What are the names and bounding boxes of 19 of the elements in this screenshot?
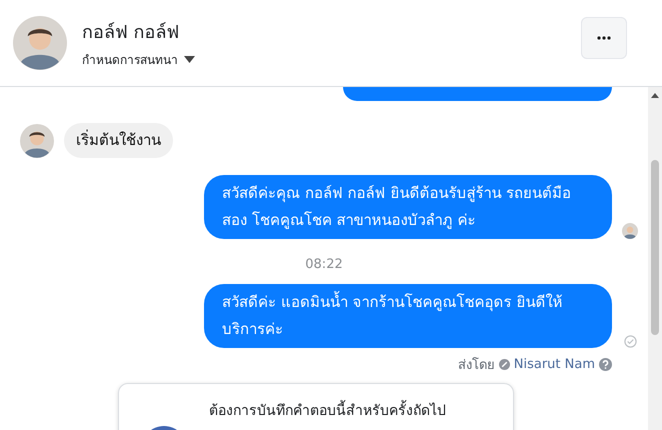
scrollbar[interactable] <box>648 87 662 430</box>
scrollbar-thumb[interactable] <box>651 160 659 335</box>
caret-icon <box>184 56 195 63</box>
message-bubble: เริ่มต้นใช้งาน <box>64 123 173 158</box>
message-bubble: สวัสดีค่ะ แอดมินน้ำ จากร้านโชคคูณโชคอุดร ยินดีให้บริการค่ะ <box>204 284 612 348</box>
timestamp: 08:22 <box>305 257 343 272</box>
conversation-settings-dropdown[interactable]: กำหนดการสนทนา <box>82 50 581 69</box>
sent-by-label: ส่งโดย <box>458 356 495 375</box>
avatar-icon <box>13 16 67 70</box>
blocked-circle-icon <box>498 359 510 370</box>
avatar-icon <box>20 124 54 158</box>
more-options-button[interactable] <box>581 17 627 59</box>
sender-name[interactable]: Nisarut Nam <box>514 357 595 372</box>
scroll-up-icon[interactable] <box>651 93 659 98</box>
prompt-text: ต้องการบันทึกคำตอบนี้สำหรับครั้งถัดไป <box>209 400 509 430</box>
message-bubble: สวัสดีค่ะคุณ กอล์ฟ กอล์ฟ ยินดีต้อนรับสู่ร้าน รถยนต์มือสอง โชคคูณโชค สาขาหนองบัวลำภู ค่ะ <box>204 175 612 239</box>
more-icon <box>597 36 611 40</box>
contact-name: กอล์ฟ กอล์ฟ <box>82 21 181 45</box>
help-icon[interactable] <box>599 358 612 371</box>
